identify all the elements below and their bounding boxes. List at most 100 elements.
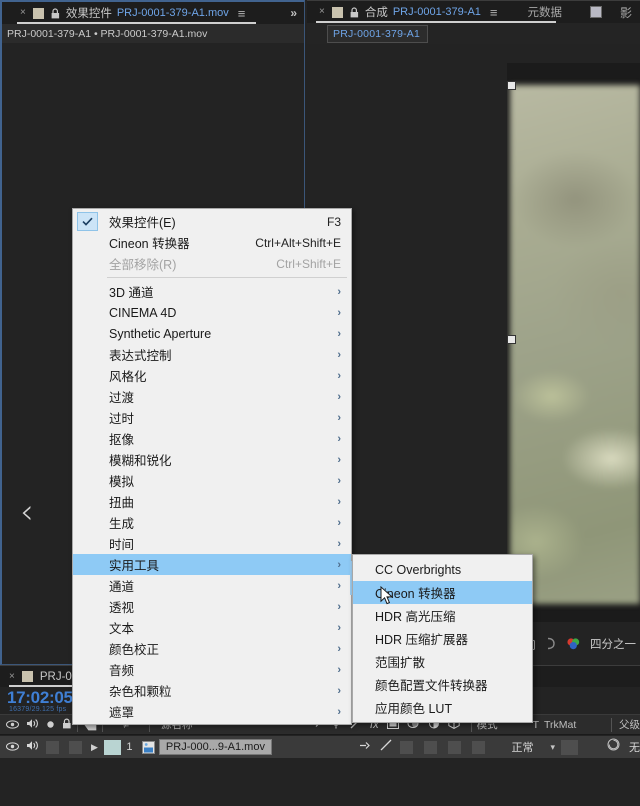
panel-color-swatch: [33, 8, 44, 19]
3d-toggle[interactable]: [472, 741, 485, 754]
context-menu-item-label: 扭曲: [109, 492, 327, 511]
lock-icon[interactable]: [62, 716, 72, 734]
fx-toggle[interactable]: [400, 741, 413, 754]
close-icon[interactable]: ×: [319, 7, 325, 17]
solo-toggle[interactable]: [46, 741, 59, 754]
expand-tabs-icon[interactable]: »: [290, 6, 297, 20]
context-menu-item[interactable]: 风格化›: [73, 365, 351, 386]
context-menu-item[interactable]: 文本›: [73, 617, 351, 638]
submenu-item[interactable]: 颜色配置文件转换器: [353, 673, 532, 696]
submenu-item[interactable]: 应用颜色 LUT: [353, 696, 532, 719]
context-menu-item[interactable]: 过渡›: [73, 386, 351, 407]
chevron-right-icon: ›: [337, 349, 341, 361]
context-menu-item-label: 透视: [109, 597, 327, 616]
submenu-item-label: 颜色配置文件转换器: [375, 675, 488, 694]
submenu-item-label: CC Overbrights: [375, 563, 461, 577]
context-menu-item[interactable]: 模糊和锐化›: [73, 449, 351, 470]
context-menu-item[interactable]: 颜色校正›: [73, 638, 351, 659]
tab-composition-label[interactable]: 合成: [365, 4, 388, 20]
parent-value[interactable]: 无: [629, 739, 640, 755]
context-menu-item-shortcut: Ctrl+Shift+E: [276, 257, 341, 271]
chevron-right-icon: ›: [337, 370, 341, 382]
panel-menu-icon[interactable]: ≡: [490, 5, 498, 20]
channel-icon[interactable]: [544, 637, 557, 650]
header-t: T: [533, 719, 539, 731]
context-menu-item-label: 生成: [109, 513, 327, 532]
chevron-left-icon[interactable]: ‹: [20, 495, 34, 529]
layer-name[interactable]: PRJ-000...9-A1.mov: [159, 739, 272, 755]
context-menu-item[interactable]: 3D 通道›: [73, 281, 351, 302]
composition-tabbar: × 合成 PRJ-0001-379-A1 ≡ 元数据 影: [307, 1, 640, 23]
trkmat-toggle[interactable]: [561, 740, 578, 755]
audio-icon[interactable]: [26, 716, 39, 734]
submenu-item[interactable]: 范围扩散: [353, 650, 532, 673]
context-menu-item-label: 杂色和颗粒: [109, 681, 327, 700]
chevron-down-icon[interactable]: ▾: [550, 742, 555, 753]
context-menu-item[interactable]: 效果控件(E)F3: [73, 211, 351, 232]
context-menu-item[interactable]: 实用工具›: [73, 554, 351, 575]
layer-handle-top-left[interactable]: [507, 81, 516, 90]
blend-mode-value[interactable]: 正常: [494, 739, 550, 755]
context-menu-item[interactable]: Synthetic Aperture›: [73, 323, 351, 344]
lock-icon[interactable]: [350, 7, 359, 18]
panel-menu-icon[interactable]: ≡: [238, 6, 246, 21]
row-switches: [0, 736, 85, 758]
tab-effect-controls-label[interactable]: 效果控件: [66, 5, 112, 21]
color-icon[interactable]: [566, 637, 581, 650]
eye-icon[interactable]: [6, 716, 19, 734]
context-menu-item[interactable]: Cineon 转换器Ctrl+Alt+Shift+E: [73, 232, 351, 253]
layer-handle-mid-left[interactable]: [507, 335, 516, 344]
close-icon[interactable]: ×: [9, 672, 15, 682]
lock-icon[interactable]: [51, 8, 60, 19]
context-menu-item[interactable]: CINEMA 4D›: [73, 302, 351, 323]
composition-name-chip[interactable]: PRJ-0001-379-A1: [327, 25, 428, 43]
lock-toggle[interactable]: [69, 741, 82, 754]
header-trkmat[interactable]: TrkMat: [544, 719, 606, 731]
layer-index: 1: [121, 741, 138, 753]
utility-submenu[interactable]: CC OverbrightsCineon 转换器HDR 高光压缩HDR 压缩扩展…: [352, 554, 533, 723]
close-icon[interactable]: ×: [20, 8, 26, 18]
context-menu-item[interactable]: 杂色和颗粒›: [73, 680, 351, 701]
header-parent[interactable]: 父级: [619, 717, 640, 732]
effects-context-menu[interactable]: 效果控件(E)F3Cineon 转换器Ctrl+Alt+Shift+E全部移除(…: [72, 208, 352, 725]
context-menu-item[interactable]: 音频›: [73, 659, 351, 680]
motionblur-toggle[interactable]: [448, 741, 461, 754]
context-menu-item-label: 抠像: [109, 429, 327, 448]
context-menu-item[interactable]: 通道›: [73, 575, 351, 596]
composition-viewer[interactable]: [507, 63, 640, 622]
tab-edge-label[interactable]: 影: [620, 4, 640, 21]
current-timecode[interactable]: 17:02:05: [7, 688, 73, 708]
solo-icon[interactable]: [46, 716, 55, 734]
submenu-item[interactable]: HDR 压缩扩展器: [353, 627, 532, 650]
context-menu-item-label: 时间: [109, 534, 327, 553]
effect-controls-breadcrumb: PRJ-0001-379-A1 • PRJ-0001-379-A1.mov: [2, 24, 304, 43]
timecode-subtext: 16379/29.125 fps: [9, 706, 66, 713]
submenu-item[interactable]: CC Overbrights: [353, 558, 532, 581]
context-menu-item[interactable]: 时间›: [73, 533, 351, 554]
quality-toggle-icon[interactable]: [380, 738, 392, 756]
audio-icon[interactable]: [26, 738, 39, 756]
layer-label-color[interactable]: [104, 740, 121, 755]
divider: [611, 718, 612, 732]
expand-arrow-icon[interactable]: ▶: [91, 742, 98, 753]
context-menu-item[interactable]: 扭曲›: [73, 491, 351, 512]
eye-icon[interactable]: [6, 738, 19, 756]
frameblend-toggle[interactable]: [424, 741, 437, 754]
row-feature-toggles: [359, 736, 488, 758]
context-menu-item[interactable]: 抠像›: [73, 428, 351, 449]
tab-metadata[interactable]: 元数据: [528, 4, 563, 20]
tab-timeline-label[interactable]: PRJ-0: [40, 671, 72, 683]
parent-pickwhip-icon[interactable]: [607, 738, 620, 756]
resolution-dropdown[interactable]: 四分之一: [590, 636, 636, 652]
context-menu-item-label: 颜色校正: [109, 639, 327, 658]
context-menu-item[interactable]: 模拟›: [73, 470, 351, 491]
context-menu-item[interactable]: 表达式控制›: [73, 344, 351, 365]
shy-toggle-icon[interactable]: [359, 738, 372, 756]
context-menu-item[interactable]: 生成›: [73, 512, 351, 533]
context-menu-item-label: 遮罩: [109, 702, 327, 721]
context-menu-item[interactable]: 遮罩›: [73, 701, 351, 722]
timeline-layer-row[interactable]: ▶ 1 PRJ-000...9-A1.mov 正常 ▾: [0, 736, 640, 758]
chevron-right-icon: ›: [337, 475, 341, 487]
context-menu-item[interactable]: 过时›: [73, 407, 351, 428]
context-menu-item[interactable]: 透视›: [73, 596, 351, 617]
